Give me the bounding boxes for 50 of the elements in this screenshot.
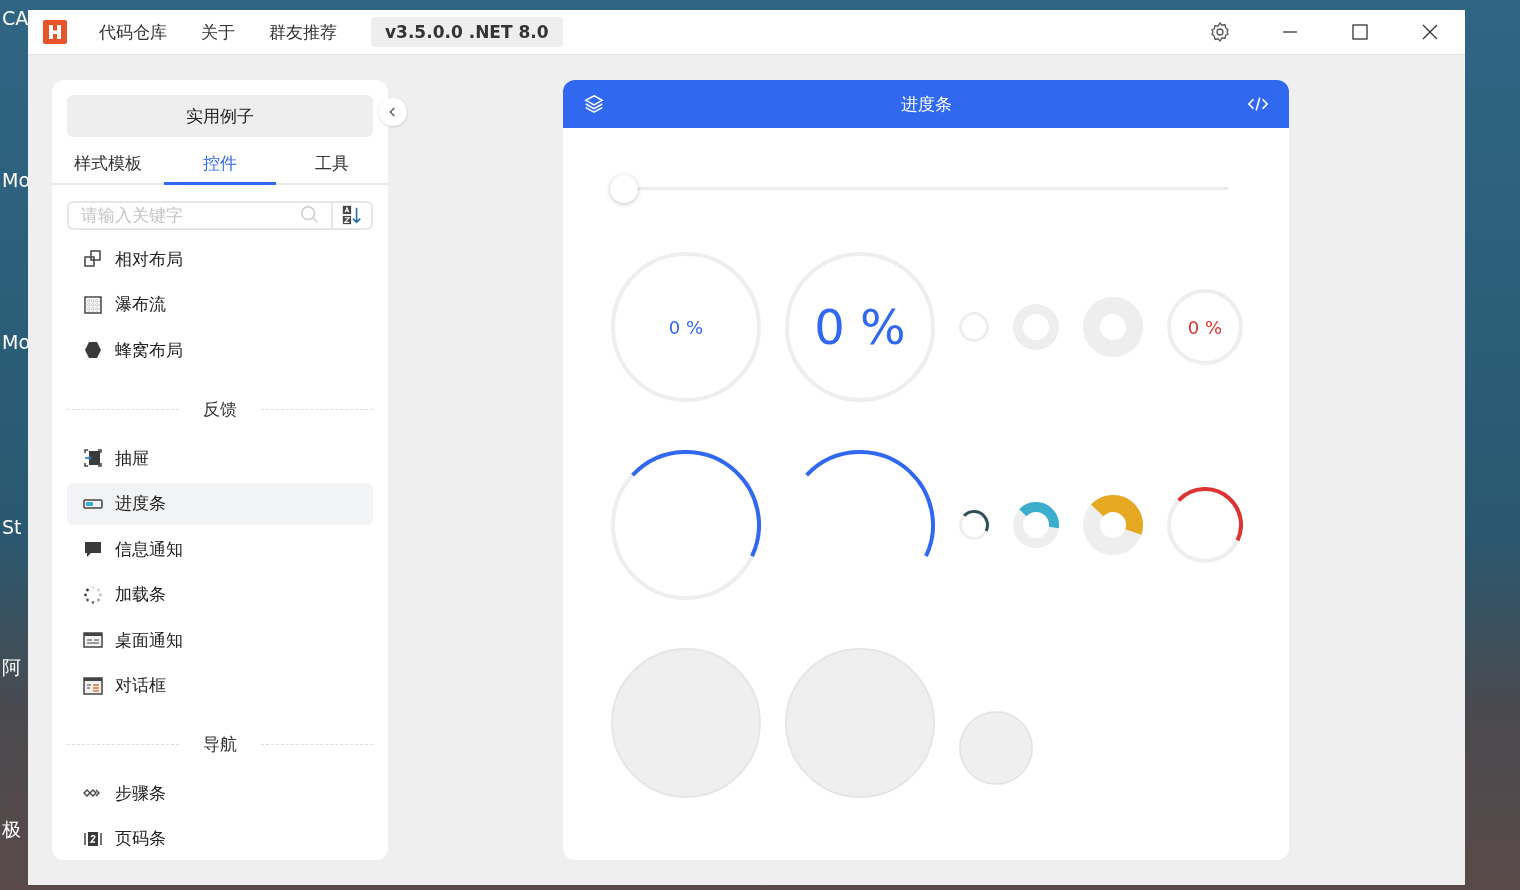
sidebar-item[interactable]: 进度条 <box>67 482 373 525</box>
sidebar-item[interactable]: 对话框 <box>67 664 373 707</box>
group-heading: 导航 <box>202 733 238 757</box>
page-number-icon <box>83 829 103 849</box>
desktop-icon-label[interactable]: Mo <box>2 330 31 354</box>
grid-icon <box>83 294 103 315</box>
chat-icon <box>83 539 103 560</box>
tab[interactable]: 工具 <box>276 145 388 185</box>
desktop-icon-label[interactable]: 极 <box>2 817 21 841</box>
menu-item[interactable]: 代码仓库 <box>99 20 167 44</box>
layers-icon[interactable] <box>583 93 605 115</box>
drawer-icon <box>83 448 103 469</box>
spinner-icon <box>83 584 103 605</box>
tab[interactable]: 样式模板 <box>52 145 164 185</box>
desktop-icon-label[interactable]: St <box>2 515 22 539</box>
window-icon <box>83 630 103 651</box>
percent-label: 0 % <box>1187 316 1223 338</box>
slider[interactable] <box>611 175 1228 203</box>
desktop-icon-label[interactable]: Mo <box>2 168 31 192</box>
tab[interactable]: 控件 <box>164 145 276 185</box>
sort-button[interactable] <box>331 201 373 230</box>
squares-icon <box>83 249 103 270</box>
progress-ring <box>1013 502 1059 548</box>
card-title: 进度条 <box>900 92 952 116</box>
progress-ring <box>959 510 989 540</box>
version-badge: v3.5.0.0 .NET 8.0 <box>371 17 563 47</box>
search-input[interactable]: 请输入关键字 <box>79 204 299 227</box>
group-heading: 反馈 <box>202 397 238 421</box>
sidebar-item[interactable]: 加载条 <box>67 573 373 616</box>
menu-item[interactable]: 群友推荐 <box>269 20 337 44</box>
logo-icon <box>43 20 67 44</box>
window-icon <box>83 675 103 696</box>
sidebar-item[interactable]: 蜂窝布局 <box>67 329 373 372</box>
sidebar-item[interactable]: 桌面通知 <box>67 619 373 662</box>
progress-ring <box>1083 495 1143 555</box>
search-field[interactable]: 请输入关键字 <box>67 201 331 230</box>
sidebar-item[interactable]: 相对布局 <box>67 238 373 281</box>
sort-icon <box>341 204 363 227</box>
examples-button[interactable]: 实用例子 <box>67 95 373 137</box>
sidebar-item[interactable]: 瀑布流 <box>67 283 373 326</box>
percent-label: 0 % <box>668 316 704 338</box>
desktop-icon-label[interactable]: 阿 <box>2 655 21 679</box>
percent-label: 0 % <box>814 299 906 355</box>
sidebar-item[interactable]: 步骤条 <box>67 772 373 815</box>
desktop-icon-label[interactable]: CA <box>2 6 29 30</box>
menu-item[interactable]: 关于 <box>201 20 235 44</box>
sidebar-item[interactable]: 抽屉 <box>67 437 373 480</box>
hexagon-icon <box>83 340 103 361</box>
sidebar-item[interactable]: 页码条 <box>67 818 373 860</box>
sidebar-item[interactable]: 信息通知 <box>67 528 373 571</box>
